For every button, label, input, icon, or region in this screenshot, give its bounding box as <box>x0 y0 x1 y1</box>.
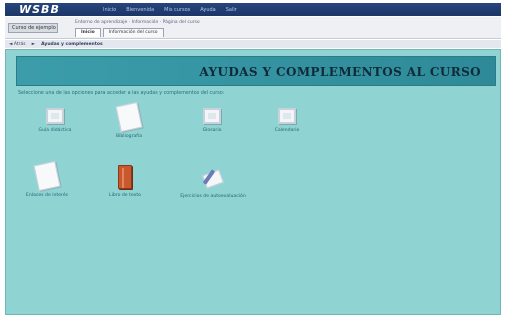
main-content: AYUDAS Y COMPLEMENTOS AL CURSO Seleccion… <box>5 49 501 315</box>
back-button[interactable]: ◄ Atrás <box>9 42 26 47</box>
pen-icon <box>200 164 226 190</box>
window-icon <box>203 108 221 124</box>
top-menu: Inicio Bienvenida Mis cursos Ayuda Salir <box>97 7 237 13</box>
page-title: AYUDAS Y COMPLEMENTOS AL CURSO <box>199 65 481 79</box>
item-enlaces[interactable]: Enlaces de interés <box>10 160 84 198</box>
document-icon <box>33 160 61 192</box>
nav-bar: ◄ Atrás ► Ayudas y complementos <box>5 40 501 48</box>
app-window: WSBB Inicio Bienvenida Mis cursos Ayuda … <box>0 0 506 320</box>
item-guia-didactica[interactable]: Guía didáctica <box>18 108 92 133</box>
item-bibliografia[interactable]: Bibliografía <box>92 101 166 139</box>
window-icon <box>278 108 296 124</box>
menu-item-ayuda[interactable]: Ayuda <box>200 7 215 13</box>
intro-text: Seleccione una de las opciones para acce… <box>18 91 225 96</box>
item-label: Bibliografía <box>115 134 143 139</box>
tab-informacion[interactable]: Información del curso <box>102 28 164 37</box>
course-toolbar: Curso de ejemplo Entorno de aprendizaje … <box>5 17 501 39</box>
window-icon <box>46 108 64 124</box>
course-select[interactable]: Curso de ejemplo <box>8 23 58 33</box>
tab-bar: Inicio Información del curso <box>75 28 164 37</box>
document-icon <box>115 101 143 133</box>
book-icon <box>118 165 132 189</box>
item-calendario[interactable]: Calendario <box>250 108 324 133</box>
item-label: Calendario <box>274 128 300 133</box>
menu-item-bienvenida[interactable]: Bienvenida <box>126 7 154 13</box>
breadcrumb[interactable]: Ayudas y complementos <box>41 42 103 47</box>
item-label: Guía didáctica <box>38 128 72 133</box>
item-libro-de-texto[interactable]: Libro de texto <box>88 165 162 198</box>
title-banner: AYUDAS Y COMPLEMENTOS AL CURSO <box>16 56 496 86</box>
item-glosario[interactable]: Glosario <box>175 108 249 133</box>
menu-item-mis-cursos[interactable]: Mis cursos <box>164 7 190 13</box>
tab-inicio[interactable]: Inicio <box>75 28 101 37</box>
logo: WSBB <box>19 3 60 16</box>
item-label: Libro de texto <box>109 193 141 198</box>
item-label: Glosario <box>202 128 222 133</box>
item-autoevaluacion[interactable]: Ejercicios de autoevaluación <box>164 164 262 199</box>
forward-button[interactable]: ► <box>32 42 35 47</box>
path-text: Entorno de aprendizaje · Información · P… <box>75 20 200 25</box>
item-label: Enlaces de interés <box>25 193 69 198</box>
menu-item-inicio[interactable]: Inicio <box>103 7 116 13</box>
top-header: WSBB Inicio Bienvenida Mis cursos Ayuda … <box>5 3 501 16</box>
menu-item-salir[interactable]: Salir <box>226 7 237 13</box>
item-label: Ejercicios de autoevaluación <box>180 194 246 199</box>
